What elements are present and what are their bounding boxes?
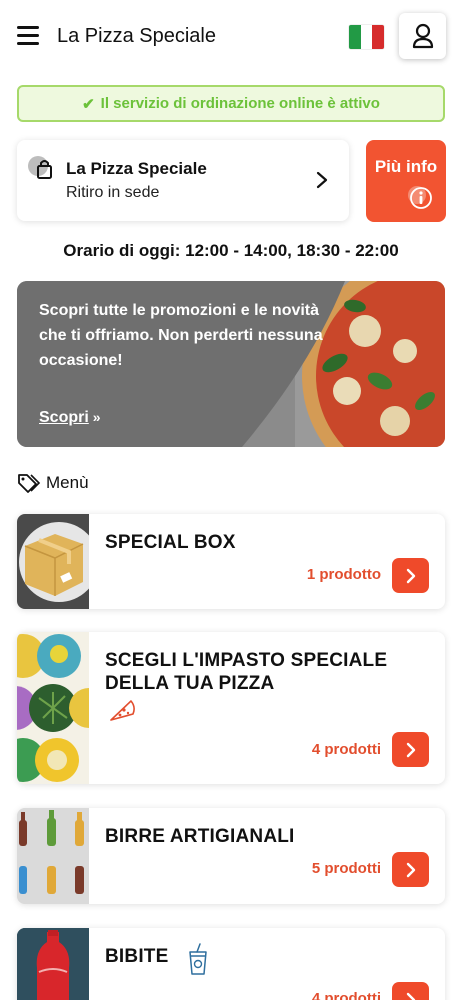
check-icon: ✔: [82, 95, 95, 113]
beer-bottles-image: [17, 808, 89, 904]
italian-flag-icon[interactable]: [349, 25, 384, 49]
promo-discover-link[interactable]: Scopri»: [39, 409, 101, 427]
promo-link-label: Scopri: [39, 409, 89, 426]
ordering-status-banner: ✔ Il servizio di ordinazione online è at…: [17, 85, 445, 122]
category-card-impasto[interactable]: SCEGLI L'IMPASTO SPECIALE DELLA TUA PIZZ…: [17, 632, 445, 784]
status-text: Il servizio di ordinazione online è atti…: [100, 95, 380, 112]
category-title: SPECIAL BOX: [105, 532, 236, 553]
promo-text: Scopri tutte le promozioni e le novità c…: [39, 302, 323, 369]
category-open-button[interactable]: [392, 982, 429, 1000]
category-open-button[interactable]: [392, 558, 429, 593]
chevron-right-icon: [406, 742, 415, 757]
app-title: La Pizza Speciale: [57, 25, 216, 47]
category-open-button[interactable]: [392, 732, 429, 767]
category-card-birre[interactable]: BIRRE ARTIGIANALI 5 prodotti: [17, 808, 445, 904]
info-icon: [408, 186, 432, 209]
cardboard-box-image: [19, 522, 89, 602]
category-thumbnail: [17, 928, 89, 1000]
drink-cup-icon: [189, 943, 207, 975]
promo-banner[interactable]: Scopri tutte le promozioni e le novità c…: [17, 281, 445, 447]
category-thumbnail: [17, 514, 89, 609]
store-name: La Pizza Speciale: [66, 159, 207, 178]
opening-hours: Orario di oggi: 12:00 - 14:00, 18:30 - 2…: [63, 241, 399, 260]
category-title: BIRRE ARTIGIANALI: [105, 826, 295, 847]
chevron-right-icon: [406, 992, 415, 1000]
more-info-button[interactable]: Più info: [366, 140, 446, 222]
category-card-special-box[interactable]: SPECIAL BOX 1 prodotto: [17, 514, 445, 609]
category-thumbnail: [17, 632, 89, 784]
user-icon: [412, 23, 433, 49]
category-title: SCEGLI L'IMPASTO SPECIALE DELLA TUA PIZZ…: [105, 650, 388, 694]
order-mode: Ritiro in sede: [66, 184, 160, 201]
chevron-right-icon: [406, 862, 415, 877]
chevron-right-icon: [316, 171, 328, 189]
pizza-slice-icon: [110, 700, 135, 721]
category-card-bibite[interactable]: BIBITE 4 prodotti: [17, 928, 445, 1000]
tag-icon: [18, 474, 41, 493]
double-chevron-right-icon: »: [92, 409, 101, 425]
cola-bottle-image: [17, 928, 89, 1000]
more-info-label: Più info: [374, 157, 438, 176]
category-count: 1 prodotto: [306, 566, 381, 583]
category-count: 5 prodotti: [311, 860, 381, 877]
menu-heading: Menù: [17, 472, 89, 494]
category-count: 4 prodotti: [311, 990, 381, 1000]
category-count: 4 prodotti: [311, 741, 381, 758]
user-account-button[interactable]: [399, 13, 446, 59]
menu-heading-label: Menù: [46, 473, 89, 492]
app-header: La Pizza Speciale: [0, 0, 462, 76]
shopping-bag-icon: [28, 156, 52, 179]
chevron-right-icon: [406, 568, 415, 583]
category-title: BIBITE: [105, 946, 169, 967]
hamburger-menu-icon[interactable]: [17, 26, 39, 46]
store-selector-card[interactable]: La Pizza Speciale Ritiro in sede: [17, 140, 349, 221]
category-thumbnail: [17, 808, 89, 904]
category-open-button[interactable]: [392, 852, 429, 887]
ingredients-image: [17, 634, 89, 782]
